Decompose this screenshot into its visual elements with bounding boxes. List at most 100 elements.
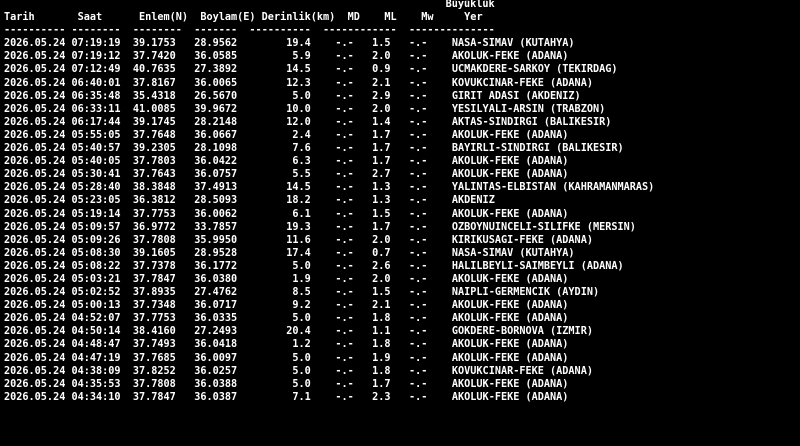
cell-mw: -.-	[408, 313, 428, 325]
cell-boylam: 35.9950	[194, 234, 238, 246]
cell-ml: 1.8	[372, 313, 391, 325]
cell-tarih: 2026.05.24	[4, 116, 66, 128]
cell-yer: AKOLUK-FEKE (ADANA)	[451, 273, 569, 285]
cell-md: -.-	[335, 64, 354, 76]
cell-boylam: 36.0062	[194, 208, 238, 220]
table-row: 2026.05.24 07:12:49 40.7635 27.3892 14.5…	[4, 63, 654, 76]
table-row: 2026.05.24 05:23:05 36.3812 28.5093 18.2…	[4, 194, 654, 207]
cell-saat: 06:35:48	[71, 90, 121, 102]
cell-saat: 04:50:14	[71, 326, 121, 338]
cell-derinlik: 19.4	[249, 38, 311, 50]
cell-boylam: 36.0335	[194, 313, 238, 325]
cell-boylam: 33.7857	[194, 221, 238, 233]
cell-ml: 1.8	[372, 365, 391, 377]
cell-mw: -.-	[408, 326, 428, 338]
cell-boylam: 36.0418	[194, 339, 238, 351]
cell-enlem: 37.7420	[132, 51, 182, 63]
cell-enlem: 39.1745	[132, 116, 182, 128]
cell-md: -.-	[335, 391, 354, 403]
cell-derinlik: 17.4	[249, 247, 311, 259]
table-row: 2026.05.24 05:00:13 37.7348 36.0717 9.2 …	[4, 299, 654, 312]
cell-saat: 05:08:30	[71, 247, 121, 259]
cell-enlem: 40.7635	[132, 64, 182, 76]
cell-mw: -.-	[408, 90, 428, 102]
magnitude-group-header-line: Büyüklük	[4, 0, 654, 11]
cell-saat: 05:00:13	[71, 300, 121, 312]
cell-enlem: 37.7753	[132, 313, 182, 325]
cell-enlem: 37.8252	[132, 365, 182, 377]
cell-derinlik: 14.5	[249, 182, 311, 194]
cell-md: -.-	[335, 116, 354, 128]
cell-derinlik: 20.4	[249, 326, 311, 338]
table-row: 2026.05.24 04:52:07 37.7753 36.0335 5.0 …	[4, 312, 654, 325]
cell-ml: 2.0	[372, 273, 391, 285]
cell-md: -.-	[335, 195, 354, 207]
cell-yer: YALINTAS-ELBISTAN (KAHRAMANMARAS)	[451, 182, 655, 194]
cell-boylam: 39.9672	[194, 103, 238, 115]
cell-saat: 06:33:11	[71, 103, 121, 115]
cell-saat: 05:28:40	[71, 182, 121, 194]
cell-derinlik: 10.0	[249, 103, 311, 115]
cell-enlem: 36.3812	[132, 195, 182, 207]
cell-mw: -.-	[408, 273, 428, 285]
cell-tarih: 2026.05.24	[4, 313, 66, 325]
cell-md: -.-	[335, 247, 354, 259]
cell-boylam: 36.0717	[194, 300, 238, 312]
table-row: 2026.05.24 06:40:01 37.8167 36.0065 12.3…	[4, 77, 654, 90]
cell-ml: 1.8	[372, 339, 391, 351]
cell-enlem: 37.7753	[132, 208, 182, 220]
cell-tarih: 2026.05.24	[4, 208, 66, 220]
cell-derinlik: 2.4	[249, 129, 311, 141]
cell-tarih: 2026.05.24	[4, 221, 66, 233]
table-row: 2026.05.24 04:50:14 38.4160 27.2493 20.4…	[4, 325, 654, 338]
cell-md: -.-	[335, 273, 354, 285]
cell-enlem: 37.7808	[132, 378, 182, 390]
cell-mw: -.-	[408, 64, 428, 76]
cell-md: -.-	[335, 169, 354, 181]
table-row: 2026.05.24 04:47:19 37.7685 36.0097 5.0 …	[4, 352, 654, 365]
cell-yer: AKOLUK-FEKE (ADANA)	[451, 378, 569, 390]
cell-md: -.-	[335, 90, 354, 102]
cell-mw: -.-	[408, 156, 428, 168]
cell-md: -.-	[335, 234, 354, 246]
cell-tarih: 2026.05.24	[4, 339, 66, 351]
cell-boylam: 36.0422	[194, 156, 238, 168]
cell-mw: -.-	[408, 169, 428, 181]
cell-mw: -.-	[408, 129, 428, 141]
table-row: 2026.05.24 06:17:44 39.1745 28.2148 12.0…	[4, 116, 654, 129]
cell-tarih: 2026.05.24	[4, 260, 66, 272]
cell-md: -.-	[335, 129, 354, 141]
cell-yer: AKOLUK-FEKE (ADANA)	[451, 300, 569, 312]
table-row: 2026.05.24 05:55:05 37.7648 36.0667 2.4 …	[4, 129, 654, 142]
cell-saat: 07:19:19	[71, 38, 121, 50]
cell-boylam: 26.5670	[194, 90, 238, 102]
cell-md: -.-	[335, 313, 354, 325]
cell-ml: 2.0	[372, 234, 391, 246]
table-row: 2026.05.24 05:08:22 37.7378 36.1772 5.0 …	[4, 260, 654, 273]
cell-boylam: 27.4762	[194, 287, 238, 299]
cell-enlem: 37.8935	[132, 287, 182, 299]
cell-derinlik: 9.2	[249, 300, 311, 312]
cell-derinlik: 11.6	[249, 234, 311, 246]
cell-mw: -.-	[408, 287, 428, 299]
cell-enlem: 37.7803	[132, 156, 182, 168]
cell-yer: NASA-SIMAV (KUTAHYA)	[451, 247, 575, 259]
cell-yer: AKOLUK-FEKE (ADANA)	[451, 313, 569, 325]
table-row: 2026.05.24 06:35:48 35.4318 26.5670 5.0 …	[4, 90, 654, 103]
cell-saat: 05:08:22	[71, 260, 121, 272]
cell-boylam: 36.0380	[194, 273, 238, 285]
table-row: 2026.05.24 05:28:40 38.3848 37.4913 14.5…	[4, 181, 654, 194]
cell-tarih: 2026.05.24	[4, 90, 66, 102]
col-header-boylam: Boylam(E)	[200, 12, 256, 24]
cell-derinlik: 18.2	[249, 195, 311, 207]
cell-tarih: 2026.05.24	[4, 300, 66, 312]
cell-mw: -.-	[408, 143, 428, 155]
cell-ml: 1.7	[372, 129, 391, 141]
cell-mw: -.-	[408, 182, 428, 194]
cell-mw: -.-	[408, 352, 428, 364]
cell-ml: 1.5	[372, 208, 391, 220]
cell-boylam: 36.0097	[194, 352, 238, 364]
sep-saat: --------	[71, 25, 121, 37]
cell-tarih: 2026.05.24	[4, 169, 66, 181]
cell-boylam: 36.0065	[194, 77, 238, 89]
